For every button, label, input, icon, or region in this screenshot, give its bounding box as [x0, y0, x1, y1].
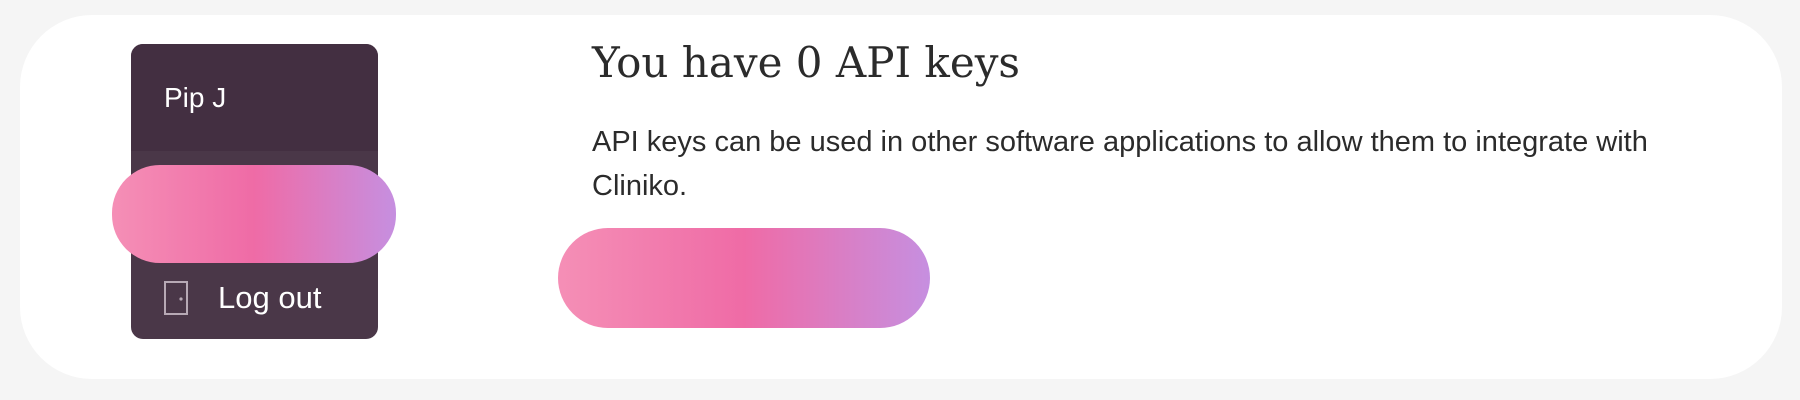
api-keys-description: API keys can be used in other software a…	[592, 126, 1648, 202]
menu-item-log-out[interactable]: Log out	[131, 268, 378, 328]
menu-item-label: My info	[218, 206, 318, 241]
door-icon	[162, 280, 190, 316]
page-title: You have 0 API keys	[592, 38, 1020, 87]
user-menu: Pip J My info Log out	[131, 44, 378, 339]
manage-api-keys-button[interactable]: Manage API keys	[592, 243, 893, 311]
menu-header: Pip J	[131, 44, 378, 151]
pencil-icon	[616, 265, 640, 289]
manage-api-keys-label: Manage API keys	[650, 260, 876, 293]
user-icon	[162, 206, 192, 242]
menu-item-label: Log out	[218, 280, 322, 315]
user-name: Pip J	[164, 81, 227, 113]
menu-item-my-info[interactable]: My info	[131, 194, 378, 254]
